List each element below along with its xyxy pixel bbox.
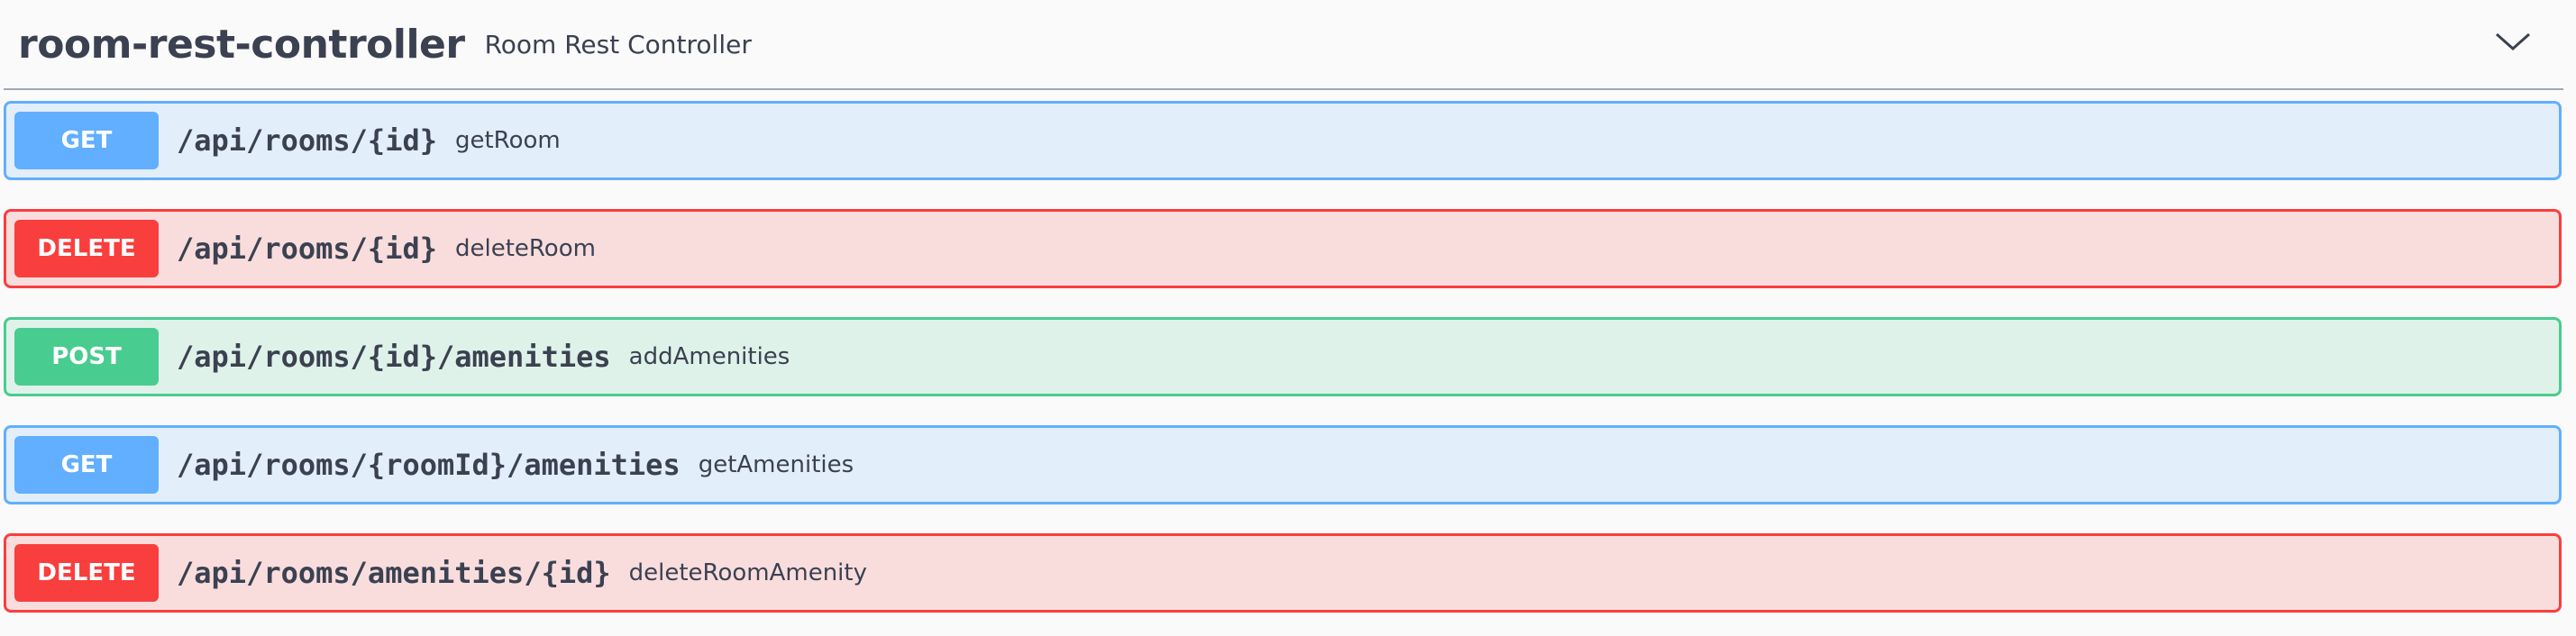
method-badge-get: GET (14, 112, 159, 169)
method-badge-delete: DELETE (14, 544, 159, 602)
tag-description: Room Rest Controller (484, 29, 752, 59)
chevron-down-icon[interactable] (2491, 22, 2535, 65)
method-badge-get: GET (14, 436, 159, 494)
operation-path: /api/rooms/amenities/{id} (177, 556, 611, 590)
tag-title: room-rest-controller (18, 21, 465, 68)
operation-delete-room-amenity[interactable]: DELETE /api/rooms/amenities/{id} deleteR… (4, 533, 2562, 613)
method-badge-delete: DELETE (14, 220, 159, 277)
method-badge-post: POST (14, 328, 159, 386)
operation-summary: addAmenities (628, 343, 790, 370)
operation-path: /api/rooms/{id} (177, 232, 437, 266)
operation-summary: deleteRoom (454, 235, 596, 262)
swagger-tag-section: room-rest-controller Room Rest Controlle… (0, 0, 2576, 636)
operation-path: /api/rooms/{roomId}/amenities (177, 448, 681, 482)
operation-get-room[interactable]: GET /api/rooms/{id} getRoom (4, 101, 2562, 180)
operation-add-amenities[interactable]: POST /api/rooms/{id}/amenities addAmenit… (4, 317, 2562, 396)
operation-path: /api/rooms/{id}/amenities (177, 340, 611, 374)
operation-summary: getAmenities (698, 451, 854, 478)
tag-header[interactable]: room-rest-controller Room Rest Controlle… (4, 0, 2563, 90)
operation-path: /api/rooms/{id} (177, 123, 437, 158)
operation-summary: deleteRoomAmenity (628, 559, 867, 586)
operation-get-amenities[interactable]: GET /api/rooms/{roomId}/amenities getAme… (4, 425, 2562, 504)
operation-delete-room[interactable]: DELETE /api/rooms/{id} deleteRoom (4, 209, 2562, 288)
operation-summary: getRoom (454, 127, 561, 154)
